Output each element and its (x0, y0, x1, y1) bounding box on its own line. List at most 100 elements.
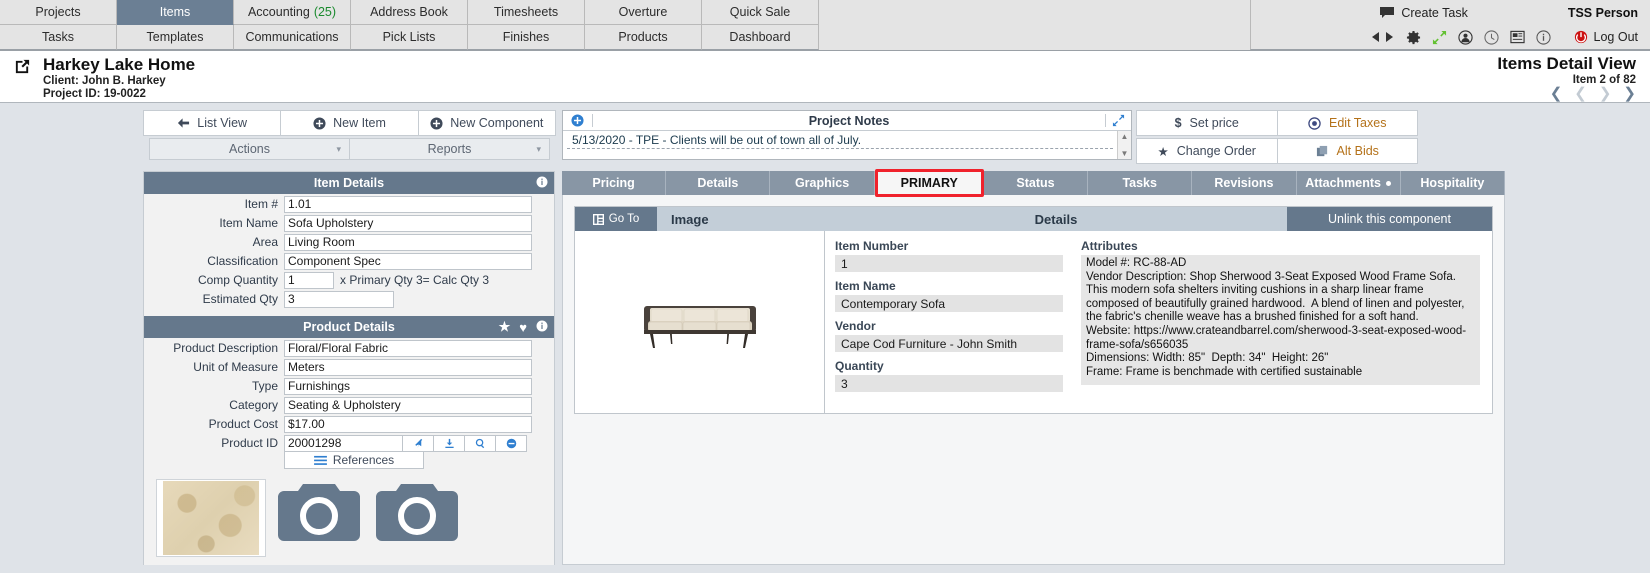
heart-icon[interactable]: ♥ (519, 320, 527, 335)
tab-graphics[interactable]: Graphics (770, 171, 875, 195)
nav-tab-dashboard[interactable]: Dashboard (702, 25, 819, 50)
quantity-value[interactable]: 3 (835, 375, 1063, 392)
nav-tab-label: Projects (35, 5, 81, 19)
nav-tab-timesheets[interactable]: Timesheets (468, 0, 585, 25)
alt-bids-label: Alt Bids (1336, 144, 1379, 158)
nav-tab-tasks[interactable]: Tasks (0, 25, 117, 50)
nav-tab-communications[interactable]: Communications (234, 25, 351, 50)
first-record-button[interactable]: ❮ (1550, 86, 1563, 101)
product-id-row: Product ID 20001298 (144, 434, 554, 452)
field-input[interactable]: 1.01 (284, 195, 532, 213)
reports-label: Reports (427, 142, 472, 156)
comp-quantity-label: Comp Quantity (197, 273, 278, 287)
target-icon (1308, 116, 1321, 130)
search-product-icon[interactable] (464, 434, 496, 452)
user-account-icon[interactable] (1457, 29, 1473, 45)
nav-tab-overture[interactable]: Overture (585, 0, 702, 25)
tab-primary[interactable]: PRIMARY (874, 169, 984, 197)
nav-tab-quick-sale[interactable]: Quick Sale (702, 0, 819, 25)
list-view-button[interactable]: List View (143, 110, 282, 136)
tab-status[interactable]: Status (983, 171, 1089, 195)
edit-taxes-button[interactable]: Edit Taxes (1276, 110, 1418, 136)
notes-scrollbar[interactable]: ▲ ▼ (1117, 131, 1131, 159)
go-to-button[interactable]: Go To (575, 207, 657, 231)
item-number-value[interactable]: 1 (835, 255, 1063, 272)
nav-tab-label: Templates (146, 30, 204, 44)
field-input[interactable]: Meters (284, 358, 532, 376)
field-input[interactable]: Living Room (284, 233, 532, 251)
nav-tab-accounting[interactable]: Accounting (25) (234, 0, 351, 25)
camera-placeholder-icon[interactable] (274, 479, 364, 541)
vendor-value[interactable]: Cape Cod Furniture - John Smith (835, 335, 1063, 352)
reports-dropdown[interactable]: Reports ▾ (349, 138, 550, 160)
product-id-input[interactable]: 20001298 (284, 434, 403, 452)
add-note-button[interactable] (563, 114, 593, 127)
goto-product-icon[interactable] (402, 434, 434, 452)
nav-tab-projects[interactable]: Projects (0, 0, 117, 25)
estimated-qty-row: Estimated Qty 3 (144, 290, 554, 308)
set-price-button[interactable]: $ Set price (1136, 110, 1278, 136)
item-number-label: Item Number (835, 239, 909, 253)
references-button[interactable]: References (284, 451, 424, 469)
field-input[interactable]: Component Spec (284, 252, 532, 270)
nav-tab-templates[interactable]: Templates (117, 25, 234, 50)
logout-button[interactable]: Log Out (1574, 30, 1638, 44)
field-input[interactable]: Floral/Floral Fabric (284, 339, 532, 357)
next-record-button[interactable]: ❯ (1599, 86, 1612, 101)
camera-placeholder-icon[interactable] (372, 479, 462, 541)
change-order-button[interactable]: ★ Change Order (1136, 138, 1278, 164)
gear-icon[interactable] (1406, 30, 1421, 45)
new-item-button[interactable]: New Item (280, 110, 419, 136)
remove-product-icon[interactable] (495, 434, 527, 452)
tab-pricing[interactable]: Pricing (562, 171, 667, 195)
new-component-button[interactable]: New Component (417, 110, 556, 136)
field-input[interactable]: Sofa Upholstery (284, 214, 532, 232)
tab-hospitality[interactable]: Hospitality (1400, 171, 1505, 195)
nav-tab-products[interactable]: Products (585, 25, 702, 50)
comp-quantity-input[interactable]: 1 (284, 271, 334, 289)
sofa-image[interactable] (640, 292, 760, 352)
last-record-button[interactable]: ❯ (1623, 86, 1636, 101)
star-icon[interactable]: ★ (499, 319, 511, 335)
tab-label: Pricing (592, 176, 635, 190)
tab-details[interactable]: Details (666, 171, 771, 195)
previous-arrow-icon[interactable] (1370, 31, 1380, 43)
tab-revisions[interactable]: Revisions (1192, 171, 1297, 195)
previous-record-button[interactable]: ❮ (1574, 86, 1587, 101)
page-title: Harkey Lake Home (43, 55, 196, 74)
item-name-value[interactable]: Contemporary Sofa (835, 295, 1063, 312)
tab-attachments[interactable]: Attachments (1296, 171, 1401, 195)
create-task-button[interactable]: Create Task (1380, 6, 1468, 20)
field-input[interactable]: Furnishings (284, 377, 532, 395)
client-label: Client: John B. Harkey (43, 75, 166, 87)
expand-notes-button[interactable] (1105, 114, 1131, 127)
nav-tab-finishes[interactable]: Finishes (468, 25, 585, 50)
scroll-up-icon[interactable]: ▲ (1121, 132, 1129, 141)
estimated-qty-input[interactable]: 3 (284, 290, 394, 308)
next-arrow-icon[interactable] (1385, 31, 1395, 43)
nav-tab-pick-lists[interactable]: Pick Lists (351, 25, 468, 50)
info-icon[interactable] (1535, 29, 1551, 45)
news-document-icon[interactable] (1509, 30, 1525, 44)
download-product-icon[interactable] (433, 434, 465, 452)
grid-icon (592, 213, 604, 225)
info-icon[interactable] (536, 176, 548, 191)
unlink-component-button[interactable]: Unlink this component (1287, 207, 1492, 231)
clock-history-icon[interactable] (1483, 29, 1499, 45)
open-external-icon[interactable] (14, 58, 31, 80)
scroll-down-icon[interactable]: ▼ (1121, 149, 1129, 158)
attributes-text[interactable]: Model #: RC-88-AD Vendor Description: Sh… (1081, 255, 1480, 385)
dollar-icon: $ (1174, 116, 1182, 130)
alt-bids-button[interactable]: Alt Bids (1276, 138, 1418, 164)
nav-tab-address-book[interactable]: Address Book (351, 0, 468, 25)
nav-tab-items[interactable]: Items (117, 0, 234, 25)
info-icon[interactable] (536, 320, 548, 335)
fabric-swatch-thumbnail[interactable] (156, 479, 266, 557)
expand-arrows-icon[interactable] (1432, 30, 1447, 45)
current-user-label: TSS Person (1567, 5, 1638, 20)
tab-tasks[interactable]: Tasks (1088, 171, 1193, 195)
field-input[interactable]: Seating & Upholstery (284, 396, 532, 414)
estimated-qty-label: Estimated Qty (202, 292, 278, 306)
field-input[interactable]: $17.00 (284, 415, 532, 433)
actions-dropdown[interactable]: Actions ▾ (149, 138, 350, 160)
